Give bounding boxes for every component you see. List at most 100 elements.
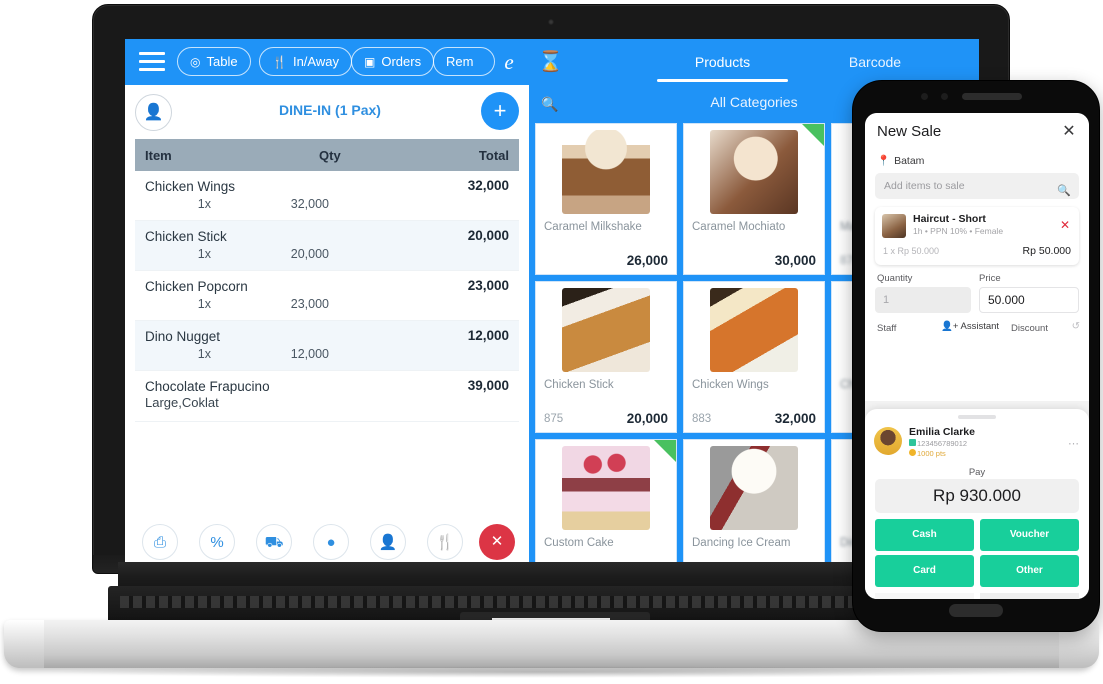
product-name: Custom Cake	[544, 537, 614, 549]
toolbar-pill-in-away[interactable]: 🍴 In/Away	[259, 47, 352, 76]
pay-button-card[interactable]: Card	[875, 555, 974, 587]
product-card[interactable]: Custom Cake	[535, 439, 677, 577]
laptop-screen: ◎ Table 🍴 In/Away ▣ Orders Rem e ⌛ Products…	[125, 39, 979, 577]
printer-icon: ⎙	[142, 524, 178, 560]
product-card[interactable]: Dancing Ice Cream	[683, 439, 825, 577]
toolbar-pill-orders-label: Orders	[381, 54, 422, 69]
discount-label: Discount	[1011, 323, 1048, 334]
phone-home-button[interactable]	[949, 604, 1003, 617]
truck-icon: ⛟	[256, 524, 292, 560]
add-order-button[interactable]: +	[481, 92, 519, 130]
ellipsis-icon[interactable]: ⋯	[1068, 437, 1080, 450]
add-items-placeholder: Add items to sale	[884, 180, 965, 192]
order-row-total: 12,000	[467, 328, 509, 343]
toolbar-pill-orders[interactable]: ▣ Orders	[351, 47, 435, 76]
line-item-meta: 1h • PPN 10% • Female	[913, 226, 1004, 236]
order-type-title: DINE-IN (1 Pax)	[279, 102, 381, 118]
complete-sale-button[interactable]: Complete Sale	[980, 593, 1079, 599]
product-thumbnail	[562, 130, 650, 214]
order-row[interactable]: Chicken Stick 20,000 1x 20,000	[135, 221, 519, 271]
product-price: 30,000	[774, 253, 816, 268]
laptop-base-cap-left	[4, 620, 44, 668]
product-name: Chicken Wings	[692, 379, 769, 391]
location-row[interactable]: 📍 Batam	[877, 154, 924, 167]
product-thumbnail	[562, 288, 650, 372]
add-items-search-input[interactable]: Add items to sale 🔍	[875, 173, 1079, 199]
order-row-qty: 1x	[197, 297, 211, 311]
phone-sensor-icon	[941, 93, 948, 100]
quantity-label: Quantity	[877, 273, 913, 284]
promo-corner-icon	[654, 440, 676, 462]
sale-line-item[interactable]: Haircut - Short 1h • PPN 10% • Female ✕ …	[875, 207, 1079, 265]
customer-avatar-button[interactable]: 👤	[135, 94, 172, 131]
product-name: Caramel Milkshake	[544, 221, 642, 233]
close-icon[interactable]: ✕	[1059, 122, 1079, 142]
remove-line-item-icon[interactable]: ✕	[1060, 218, 1070, 232]
product-thumbnail	[562, 446, 650, 530]
webcam-icon	[548, 19, 554, 25]
order-row[interactable]: Chocolate Frapucino 39,000 Large,Coklat	[135, 371, 519, 422]
pay-label: Pay	[968, 467, 986, 478]
toolbar-pill-rem[interactable]: Rem	[433, 47, 495, 76]
toolbar-pill-in-away-label: In/Away	[292, 54, 339, 69]
toolbar-pill-table-label: Table	[206, 54, 238, 69]
order-row[interactable]: Dino Nugget 12,000 1x 12,000	[135, 321, 519, 371]
assistant-button[interactable]: 👤+ Assistant	[941, 321, 999, 332]
hourglass-icon[interactable]: ⌛	[538, 49, 563, 75]
tab-custom[interactable]: Custom	[943, 39, 980, 85]
order-row-price: 20,000	[290, 247, 329, 261]
laptop-shadow	[40, 666, 1050, 678]
phone-screen: New Sale ✕ 📍 Batam Add items to sale 🔍 Ha…	[865, 113, 1089, 599]
cutlery-icon: 🍴	[272, 55, 287, 69]
order-header: 👤 DINE-IN (1 Pax) +	[125, 85, 529, 139]
product-card[interactable]: Caramel Mochiato 30,000	[683, 123, 825, 275]
person-icon: 👤	[370, 524, 406, 560]
cutlery-icon: 🍴	[427, 524, 463, 560]
quantity-input[interactable]: 1	[875, 287, 971, 313]
order-row[interactable]: Chicken Popcorn 23,000 1x 23,000	[135, 271, 519, 321]
tab-barcode[interactable]: Barcode	[800, 39, 950, 85]
order-row-qty: 1x	[197, 197, 211, 211]
product-thumbnail	[710, 446, 798, 530]
comment-icon: ●	[313, 524, 349, 560]
pay-button-voucher[interactable]: Voucher	[980, 519, 1079, 551]
pay-button-other[interactable]: Other	[980, 555, 1079, 587]
product-code: 883	[692, 413, 712, 425]
new-sale-title: New Sale	[877, 123, 942, 140]
hamburger-menu-icon[interactable]	[139, 52, 165, 72]
toolbar-pill-table[interactable]: ◎ Table	[177, 47, 251, 76]
browser-e-icon[interactable]: e	[497, 50, 521, 74]
pay-amount-input[interactable]: Rp 930.000	[875, 479, 1079, 513]
line-item-name: Haircut - Short	[913, 213, 986, 225]
order-table-header: Item Qty Total	[135, 139, 519, 171]
order-row-total: 39,000	[467, 378, 509, 393]
x-icon: ✕	[479, 524, 515, 560]
order-row-name: Chocolate Frapucino	[145, 379, 270, 394]
id-card-icon	[909, 439, 916, 446]
order-row[interactable]: Chicken Wings 32,000 1x 32,000	[135, 171, 519, 221]
target-icon: ◎	[190, 55, 201, 69]
order-rows: Chicken Wings 32,000 1x 32,000 Chicken Stick…	[135, 171, 519, 422]
product-name: Caramel Mochiato	[692, 221, 786, 233]
order-row-name: Chicken Stick	[145, 229, 227, 244]
pos-application: ◎ Table 🍴 In/Away ▣ Orders Rem e ⌛ Products…	[125, 39, 979, 577]
more-payment-options-button[interactable]: More ▾	[875, 593, 974, 599]
phone-camera-icon	[921, 93, 928, 100]
line-item-thumbnail	[882, 214, 906, 238]
customer-points: 1000 pts	[917, 449, 946, 458]
person-icon: 👤	[143, 104, 164, 121]
pay-button-cash[interactable]: Cash	[875, 519, 974, 551]
order-items-table: Item Qty Total Chicken Wings 32,000 1x 32,0…	[135, 139, 519, 422]
product-thumbnail	[710, 288, 798, 372]
tab-products[interactable]: Products	[645, 39, 800, 85]
order-panel: 👤 DINE-IN (1 Pax) + Item Qty Total Chick…	[125, 85, 529, 577]
pos-top-bar: ◎ Table 🍴 In/Away ▣ Orders Rem e ⌛ Products…	[125, 39, 979, 85]
sheet-drag-handle[interactable]	[958, 415, 996, 419]
screenshot-stage: ◎ Table 🍴 In/Away ▣ Orders Rem e ⌛ Products…	[0, 0, 1103, 684]
product-card[interactable]: Chicken Wings 883 32,000	[683, 281, 825, 433]
product-price: 20,000	[626, 411, 668, 426]
refresh-icon[interactable]: ↺	[1072, 321, 1080, 332]
price-input[interactable]: 50.000	[979, 287, 1079, 313]
product-card[interactable]: Caramel Milkshake 26,000	[535, 123, 677, 275]
product-card[interactable]: Chicken Stick 875 20,000	[535, 281, 677, 433]
